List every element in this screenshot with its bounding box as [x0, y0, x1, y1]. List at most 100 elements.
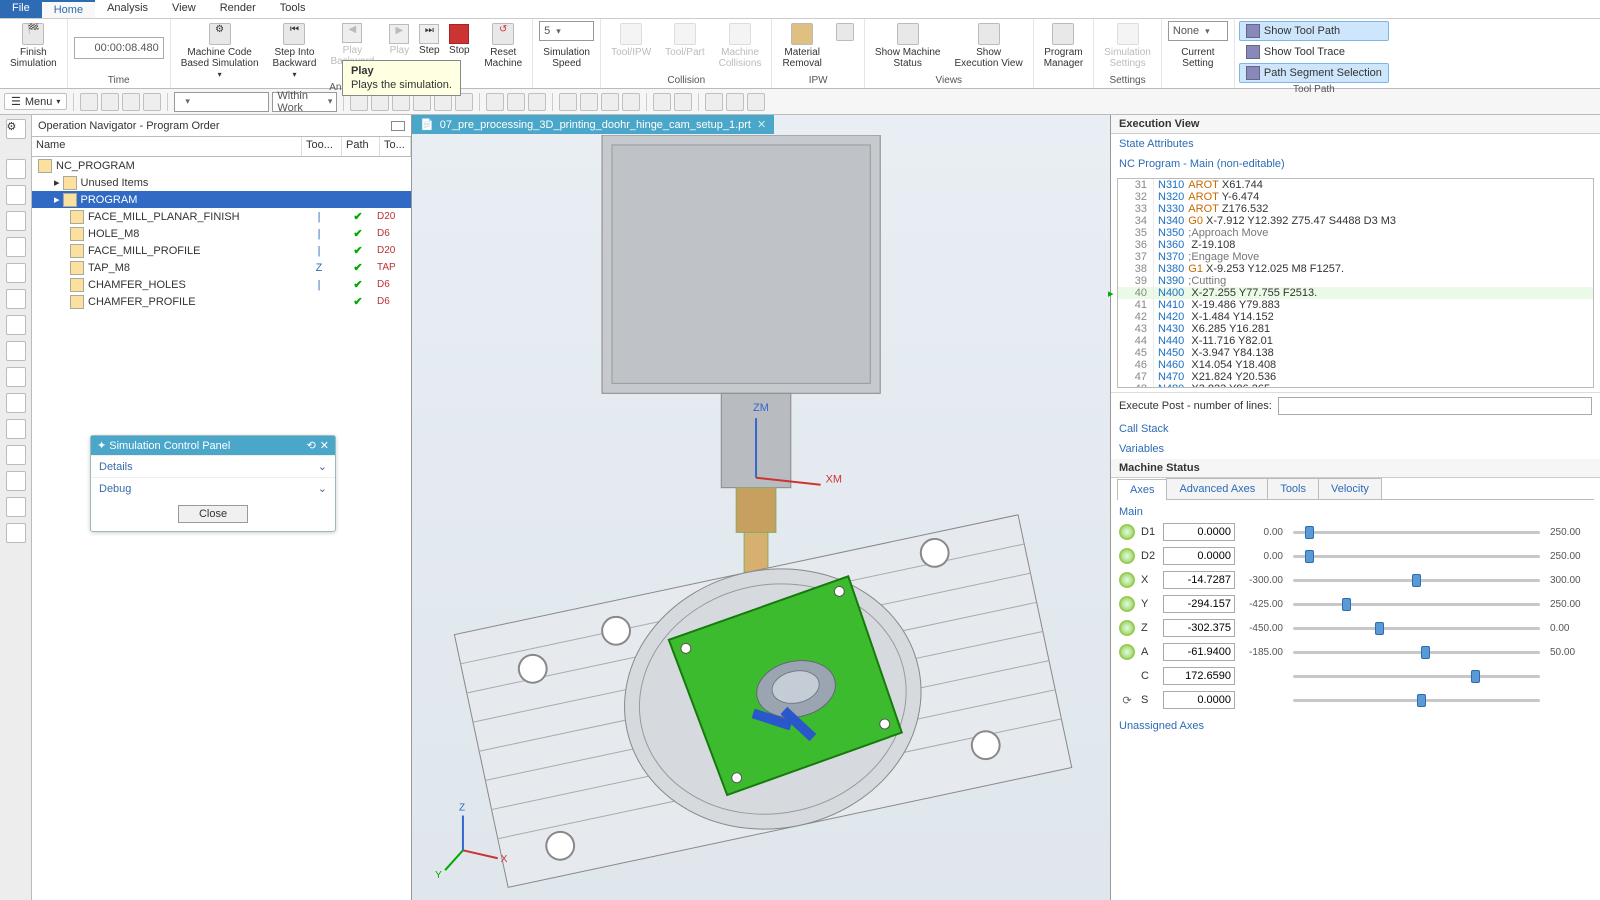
menu-tab-tools[interactable]: Tools	[268, 0, 318, 18]
close-doc-icon[interactable]: ✕	[757, 118, 766, 131]
sel-btn-16[interactable]	[601, 93, 619, 111]
tree-row[interactable]: FACE_MILL_PROFILE|✔D20	[32, 242, 411, 259]
sel-btn-17[interactable]	[622, 93, 640, 111]
nc-line[interactable]: 32N320 AROT Y-6.474	[1118, 191, 1593, 203]
axis-slider[interactable]	[1293, 669, 1540, 683]
nc-line[interactable]: 46N460 X14.054 Y18.408	[1118, 359, 1593, 371]
menu-tab-analysis[interactable]: Analysis	[95, 0, 160, 18]
axis-value-input[interactable]	[1163, 547, 1235, 565]
sel-btn-13[interactable]	[528, 93, 546, 111]
nc-program-listing[interactable]: 31N310 AROT X61.74432N320 AROT Y-6.47433…	[1117, 178, 1594, 388]
axis-slider[interactable]	[1293, 621, 1540, 635]
document-tab[interactable]: 📄07_pre_processing_3D_printing_doohr_hin…	[412, 115, 774, 134]
axis-value-input[interactable]	[1163, 643, 1235, 661]
sel-btn-15[interactable]	[580, 93, 598, 111]
rail-btn-7[interactable]	[6, 315, 26, 335]
reset-machine-button[interactable]: ↺ResetMachine	[480, 21, 526, 71]
rail-btn-13[interactable]	[6, 471, 26, 491]
sel-btn-22[interactable]	[747, 93, 765, 111]
nc-line[interactable]: 44N440 X-11.716 Y82.01	[1118, 335, 1593, 347]
tree-row[interactable]: CHAMFER_PROFILE✔D6	[32, 293, 411, 310]
unassigned-axes-link[interactable]: Unassigned Axes	[1119, 716, 1592, 736]
sim-panel-debug[interactable]: Debug⌄	[91, 477, 335, 499]
nc-line[interactable]: 41N410 X-19.486 Y79.883	[1118, 299, 1593, 311]
rail-btn-5[interactable]	[6, 263, 26, 283]
rail-btn-2[interactable]	[6, 185, 26, 205]
simulation-settings-button[interactable]: SimulationSettings	[1100, 21, 1155, 71]
menu-tab-view[interactable]: View	[160, 0, 208, 18]
step-button[interactable]: ⏭Step	[414, 21, 444, 58]
axis-value-input[interactable]	[1163, 619, 1235, 637]
program-manager-button[interactable]: ProgramManager	[1040, 21, 1087, 71]
nc-line[interactable]: 43N430 X6.285 Y16.281	[1118, 323, 1593, 335]
axis-slider[interactable]	[1293, 525, 1540, 539]
axis-value-input[interactable]	[1163, 691, 1235, 709]
axis-value-input[interactable]	[1163, 523, 1235, 541]
sel-btn-2[interactable]	[101, 93, 119, 111]
nc-line[interactable]: 36N360 Z-19.108	[1118, 239, 1593, 251]
nc-line[interactable]: 33N330 AROT Z176.532	[1118, 203, 1593, 215]
ms-tab-advanced-axes[interactable]: Advanced Axes	[1166, 478, 1268, 499]
rail-btn-15[interactable]	[6, 523, 26, 543]
path-segment-selection-toggle[interactable]: Path Segment Selection	[1239, 63, 1389, 83]
finish-simulation-button[interactable]: 🏁FinishSimulation	[6, 21, 61, 71]
sel-btn-11[interactable]	[486, 93, 504, 111]
sel-btn-20[interactable]	[705, 93, 723, 111]
show-machine-status-button[interactable]: Show MachineStatus	[871, 21, 945, 71]
axis-slider[interactable]	[1293, 597, 1540, 611]
nc-line[interactable]: 39N390 ;Cutting	[1118, 275, 1593, 287]
nc-line[interactable]: 38N380 G1 X-9.253 Y12.025 M8 F1257.	[1118, 263, 1593, 275]
nc-line[interactable]: 34N340 G0 X-7.912 Y12.392 Z75.47 S4488 D…	[1118, 215, 1593, 227]
tree-row[interactable]: HOLE_M8|✔D6	[32, 225, 411, 242]
sel-btn-4[interactable]	[143, 93, 161, 111]
sim-panel-refresh-icon[interactable]: ⟲	[307, 439, 316, 452]
sel-btn-21[interactable]	[726, 93, 744, 111]
variables-link[interactable]: Variables	[1111, 439, 1600, 459]
rail-btn-12[interactable]	[6, 445, 26, 465]
nc-line[interactable]: 37N370 ;Engage Move	[1118, 251, 1593, 263]
menu-tab-render[interactable]: Render	[208, 0, 268, 18]
sel-btn-19[interactable]	[674, 93, 692, 111]
call-stack-link[interactable]: Call Stack	[1111, 419, 1600, 439]
rail-btn-8[interactable]	[6, 341, 26, 361]
rail-btn-1[interactable]	[6, 159, 26, 179]
rail-btn-gear[interactable]: ⚙	[6, 119, 26, 139]
ipw-menu-button[interactable]	[832, 21, 858, 45]
sim-panel-details[interactable]: Details⌄	[91, 455, 335, 477]
nc-line[interactable]: 45N450 X-3.947 Y84.138	[1118, 347, 1593, 359]
rail-btn-3[interactable]	[6, 211, 26, 231]
rail-btn-14[interactable]	[6, 497, 26, 517]
rail-btn-4[interactable]	[6, 237, 26, 257]
sel-btn-12[interactable]	[507, 93, 525, 111]
graphics-viewport[interactable]: 📄07_pre_processing_3D_printing_doohr_hin…	[412, 115, 1110, 900]
sim-panel-close-button[interactable]: Close	[178, 505, 248, 523]
sel-btn-1[interactable]	[80, 93, 98, 111]
stop-button[interactable]: Stop	[444, 21, 474, 58]
nav-dock-icon[interactable]	[391, 121, 405, 131]
axis-slider[interactable]	[1293, 693, 1540, 707]
ms-tab-axes[interactable]: Axes	[1117, 479, 1167, 500]
rail-btn-9[interactable]	[6, 367, 26, 387]
tree-row[interactable]: FACE_MILL_PLANAR_FINISH|✔D20	[32, 208, 411, 225]
ms-tab-velocity[interactable]: Velocity	[1318, 478, 1382, 499]
tool-part-button[interactable]: Tool/Part	[661, 21, 708, 60]
axis-slider[interactable]	[1293, 549, 1540, 563]
nc-line[interactable]: 31N310 AROT X61.744	[1118, 179, 1593, 191]
sel-btn-18[interactable]	[653, 93, 671, 111]
tree-row[interactable]: TAP_M8Z✔TAP	[32, 259, 411, 276]
show-tool-path-toggle[interactable]: Show Tool Path	[1239, 21, 1389, 41]
step-backward-button[interactable]: ⏮Step IntoBackward▾	[269, 21, 321, 82]
nc-line[interactable]: 35N350 ;Approach Move	[1118, 227, 1593, 239]
nc-line[interactable]: 47N470 X21.824 Y20.536	[1118, 371, 1593, 383]
nc-line[interactable]: 42N420 X-1.484 Y14.152	[1118, 311, 1593, 323]
axis-value-input[interactable]	[1163, 595, 1235, 613]
nc-line[interactable]: 40N400 X-27.255 Y77.755 F2513.	[1118, 287, 1593, 299]
sel-btn-14[interactable]	[559, 93, 577, 111]
speed-select[interactable]: 5	[539, 21, 594, 41]
tree-row[interactable]: NC_PROGRAM	[32, 157, 411, 174]
menu-dropdown[interactable]: ☰Menu▾	[4, 93, 67, 110]
nc-line[interactable]: 48N480 X3 823 Y86 265	[1118, 383, 1593, 388]
sel-btn-3[interactable]	[122, 93, 140, 111]
machine-collisions-button[interactable]: MachineCollisions	[715, 21, 766, 71]
filter-combo-2[interactable]: Within Work	[272, 92, 337, 112]
